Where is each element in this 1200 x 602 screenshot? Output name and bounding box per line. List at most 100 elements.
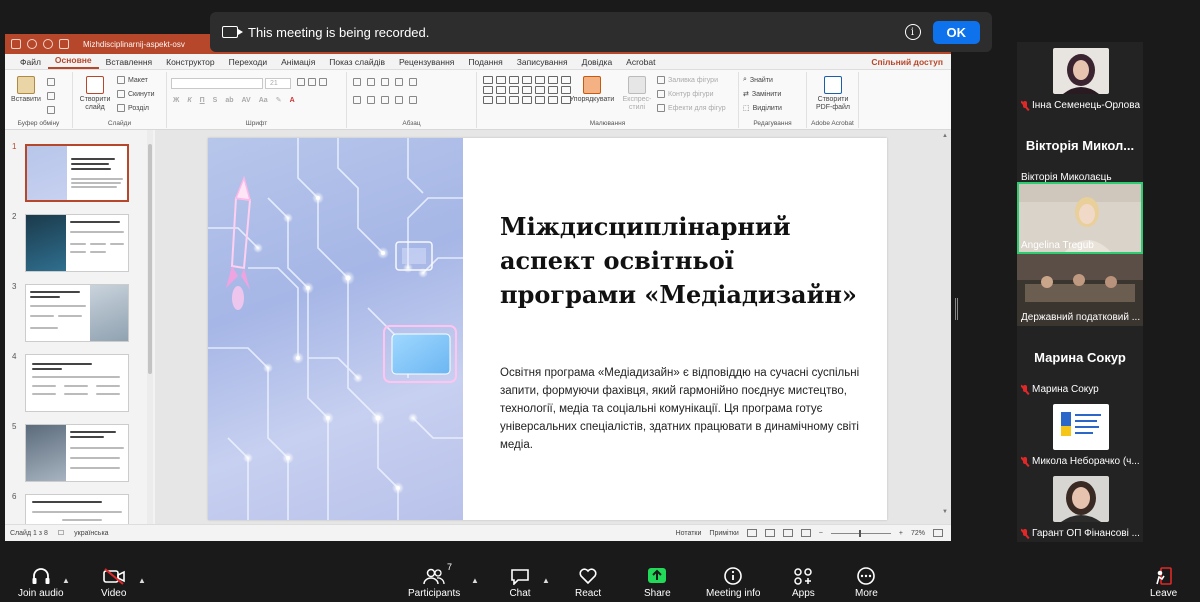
paste-button[interactable]: Вставити [9, 76, 43, 104]
more-button[interactable]: More [855, 566, 878, 599]
select-button[interactable]: ⬚ Виділити [743, 104, 782, 113]
apps-button[interactable]: Apps [792, 566, 815, 599]
undo-icon[interactable] [27, 39, 37, 49]
tab-view[interactable]: Подання [461, 57, 509, 69]
participant-tile[interactable]: Державний податковий ... [1017, 254, 1143, 326]
underline-icon[interactable]: П [200, 97, 205, 104]
tab-design[interactable]: Конструктор [159, 57, 221, 69]
participant-tile[interactable]: Марина Сокур Марина Сокур [1017, 326, 1143, 398]
chat-options-chevron-up-icon[interactable]: ▲ [542, 576, 550, 585]
zoom-in-icon[interactable]: + [899, 530, 903, 537]
find-button[interactable]: ⌕ Знайти [743, 76, 773, 84]
tab-slideshow[interactable]: Показ слайдів [322, 57, 392, 69]
present-icon[interactable] [59, 39, 69, 49]
notes-button[interactable]: Нотатки [676, 530, 702, 537]
strike-icon[interactable]: S [213, 97, 218, 104]
replace-button[interactable]: ⇄ Замінити [743, 90, 781, 99]
tab-help[interactable]: Довідка [575, 57, 620, 69]
case-icon[interactable]: Aa [259, 97, 268, 104]
tab-transitions[interactable]: Переходи [222, 57, 275, 69]
participant-tile[interactable]: Микола Неборачко (ч... [1017, 398, 1143, 470]
leave-button[interactable]: Leave [1150, 566, 1177, 599]
reading-view-icon[interactable] [782, 529, 793, 537]
create-pdf-button[interactable]: Створити PDF-файл [811, 76, 855, 112]
font-name-select[interactable] [171, 78, 263, 89]
font-color-icon[interactable]: A [290, 97, 295, 104]
shapes-gallery[interactable] [483, 76, 572, 104]
reset-button[interactable]: Скинути [117, 90, 155, 98]
panel-splitter-handle[interactable] [955, 298, 958, 320]
italic-icon[interactable]: К [187, 97, 191, 104]
font-style-buttons[interactable]: Ж К П Sab AV Aa ✎ A [173, 96, 295, 105]
font-size-buttons[interactable] [297, 78, 327, 86]
slide-thumbnail-4[interactable] [25, 354, 129, 412]
section-button[interactable]: Розділ [117, 104, 149, 112]
participant-tile[interactable]: Гарант ОП Фінансові ... [1017, 470, 1143, 542]
participant-tile-active-speaker[interactable]: Angelina Tregub [1017, 182, 1143, 254]
scroll-down-icon[interactable]: ▼ [941, 508, 949, 516]
participants-options-chevron-up-icon[interactable]: ▲ [471, 576, 479, 585]
slide-scrollbar[interactable]: ▲ ▼ [941, 132, 949, 516]
participant-tile[interactable]: Вікторія Микол... Вікторія Миколаєць [1017, 114, 1143, 186]
normal-view-icon[interactable] [746, 529, 757, 537]
zoom-slider[interactable] [830, 529, 891, 537]
slide-title[interactable]: Міждисциплінарний аспект освітньої прогр… [500, 210, 860, 312]
slide-body-text[interactable]: Освітня програма «Медіадизайн» є відпові… [500, 364, 870, 454]
ok-button[interactable]: OK [932, 20, 980, 44]
tab-recording[interactable]: Записування [510, 57, 575, 69]
new-slide-button[interactable]: Створити слайд [75, 76, 115, 112]
redo-icon[interactable] [43, 39, 53, 49]
cut-button[interactable] [47, 78, 55, 86]
highlight-icon[interactable]: ✎ [276, 96, 282, 104]
thumbnail-scrollbar[interactable] [147, 130, 153, 524]
slide-thumbnail-6[interactable] [25, 494, 129, 524]
info-icon[interactable]: i [904, 24, 921, 40]
share-button[interactable]: Share [644, 566, 671, 599]
thumbnail-scroll-thumb[interactable] [148, 144, 152, 374]
react-button[interactable]: React [575, 566, 601, 599]
zoom-out-icon[interactable]: − [819, 530, 823, 537]
video-options-chevron-up-icon[interactable]: ▲ [138, 576, 146, 585]
list-buttons[interactable] [353, 78, 417, 86]
slide-thumbnail-5[interactable] [25, 424, 129, 482]
spacing-icon[interactable]: AV [242, 97, 251, 104]
meeting-info-button[interactable]: Meeting info [706, 566, 760, 599]
format-painter-button[interactable] [47, 106, 55, 114]
quick-styles-button[interactable]: Експрес-стилі [617, 76, 657, 112]
share-access-button[interactable]: Спільний доступ [871, 57, 943, 69]
copy-button[interactable] [47, 92, 55, 100]
tab-animations[interactable]: Анімація [274, 57, 322, 69]
language-indicator[interactable]: українська [74, 530, 108, 537]
tab-acrobat[interactable]: Acrobat [619, 57, 662, 69]
participant-tile[interactable]: Інна Семенець-Орлова [1017, 42, 1143, 114]
spellcheck-icon[interactable]: ☐ [58, 529, 64, 537]
tab-review[interactable]: Рецензування [392, 57, 461, 69]
slide-thumbnail-2[interactable] [25, 214, 129, 272]
tab-home[interactable]: Основне [47, 55, 99, 69]
arrange-button[interactable]: Упорядкувати [569, 76, 615, 104]
slide-sorter-icon[interactable] [764, 529, 775, 537]
bold-icon[interactable]: Ж [173, 97, 179, 104]
slide-thumbnail-3[interactable] [25, 284, 129, 342]
chat-button[interactable]: Chat [509, 566, 531, 599]
slideshow-icon[interactable] [800, 529, 811, 537]
comments-button[interactable]: Примітки [709, 530, 738, 537]
zoom-level[interactable]: 72% [911, 530, 925, 537]
shape-outline-button[interactable]: Контур фігури [657, 90, 713, 98]
tab-file[interactable]: Файл [13, 57, 48, 69]
shape-fill-button[interactable]: Заливка фігури [657, 76, 718, 84]
slide-thumbnail-1[interactable] [25, 144, 129, 202]
fit-slide-icon[interactable] [933, 529, 943, 537]
video-button[interactable]: Video [101, 566, 126, 599]
current-slide[interactable]: Міждисциплінарний аспект освітньої прогр… [208, 138, 887, 520]
participants-button[interactable]: Participants [408, 566, 460, 599]
shadow-icon[interactable]: ab [225, 97, 233, 104]
tab-insert[interactable]: Вставлення [99, 57, 159, 69]
shape-effects-button[interactable]: Ефекти для фігур [657, 104, 726, 112]
align-buttons[interactable] [353, 96, 417, 104]
scroll-up-icon[interactable]: ▲ [941, 132, 949, 140]
join-audio-button[interactable]: Join audio [18, 566, 64, 599]
save-icon[interactable] [11, 39, 21, 49]
audio-options-chevron-up-icon[interactable]: ▲ [62, 576, 70, 585]
font-size-select[interactable]: 21 [265, 78, 291, 89]
